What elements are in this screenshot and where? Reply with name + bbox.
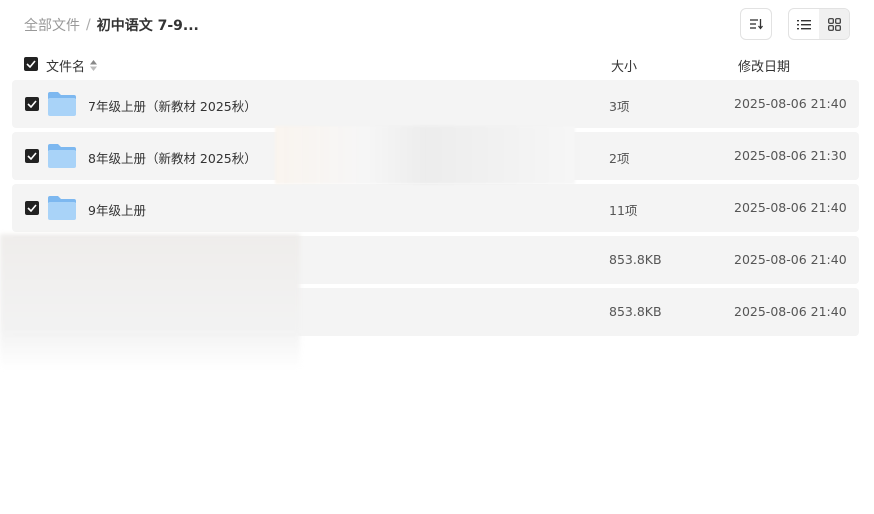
file-name[interactable]: 7年级上册（新教材 2025秋） [88, 96, 257, 115]
check-icon [27, 204, 37, 212]
row-checkbox[interactable] [25, 97, 39, 111]
file-date: 2025-08-06 21:40 [734, 200, 847, 215]
row-checkbox[interactable] [25, 149, 39, 163]
sort-icon [750, 19, 763, 30]
breadcrumb-root-link[interactable]: 全部文件 [24, 15, 80, 35]
column-header-date[interactable]: 修改日期 [738, 56, 790, 75]
table-header: 文件名 大小 修改日期 [24, 56, 854, 75]
column-header-size[interactable]: 大小 [611, 56, 637, 75]
file-name[interactable]: 8年级上册（新教材 2025秋） [88, 148, 257, 167]
list-view-button[interactable] [789, 9, 819, 39]
blurred-overlay [0, 234, 300, 370]
file-size: 853.8KB [609, 304, 662, 319]
file-date: 2025-08-06 21:30 [734, 148, 847, 163]
sort-arrows-icon [90, 60, 98, 71]
table-row[interactable]: 7年级上册（新教材 2025秋） 3项 2025-08-06 21:40 [12, 80, 859, 128]
folder-icon [48, 92, 76, 116]
file-size: 11项 [609, 203, 638, 218]
file-name[interactable]: 9年级上册 [88, 200, 146, 219]
grid-view-button[interactable] [819, 9, 849, 39]
file-size: 2项 [609, 151, 630, 166]
file-date: 2025-08-06 21:40 [734, 96, 847, 111]
column-name-label: 文件名 [46, 60, 86, 75]
view-toggle [788, 8, 850, 40]
check-icon [26, 60, 36, 68]
table-row[interactable]: 9年级上册 11项 2025-08-06 21:40 [12, 184, 859, 232]
grid-view-icon [827, 17, 841, 31]
blurred-overlay [275, 126, 575, 184]
check-icon [27, 152, 37, 160]
check-icon [27, 100, 37, 108]
file-date: 2025-08-06 21:40 [734, 252, 847, 267]
select-all-checkbox[interactable] [24, 57, 38, 71]
folder-icon [48, 196, 76, 220]
file-size: 853.8KB [609, 252, 662, 267]
folder-icon [48, 144, 76, 168]
sort-button[interactable] [740, 8, 772, 40]
list-view-icon [797, 19, 811, 29]
breadcrumb-current: 初中语文 7-9... [96, 18, 199, 34]
breadcrumb-separator: / [86, 17, 91, 33]
row-checkbox[interactable] [25, 201, 39, 215]
file-date: 2025-08-06 21:40 [734, 304, 847, 319]
file-size: 3项 [609, 99, 630, 114]
column-header-name[interactable]: 文件名 [46, 56, 98, 75]
breadcrumb: 全部文件 / 初中语文 7-9... [24, 15, 199, 35]
